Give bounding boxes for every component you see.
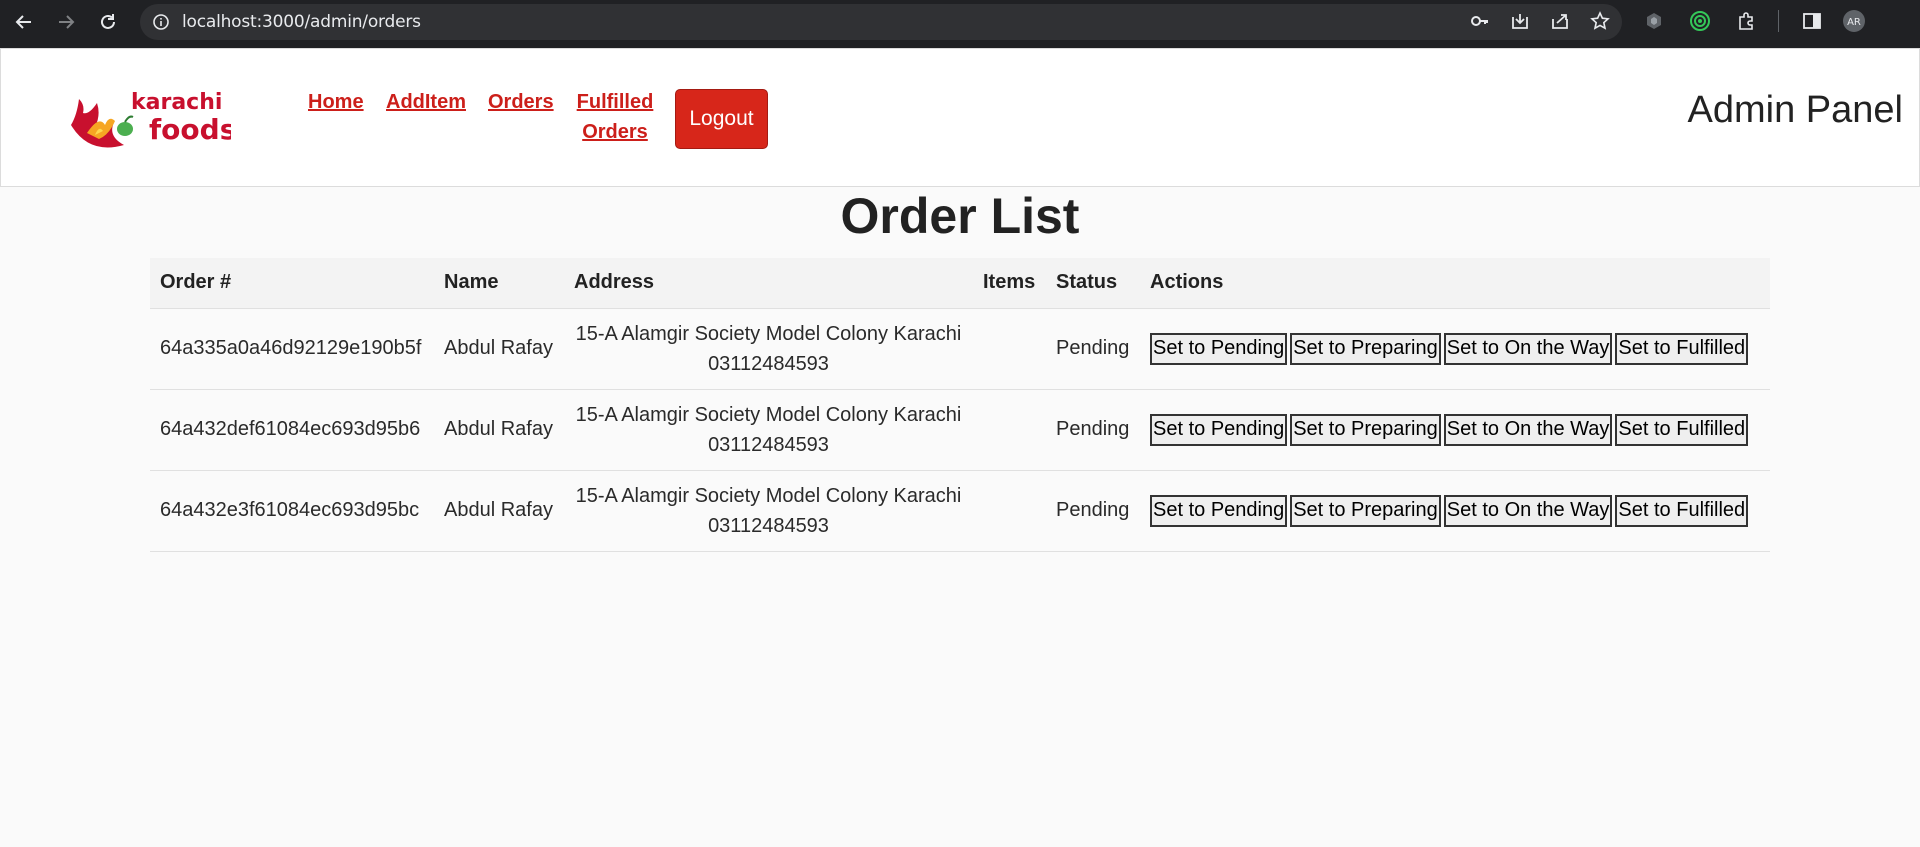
- nav-link-orders[interactable]: Orders: [488, 87, 554, 117]
- set-fulfilled-button[interactable]: Set to Fulfilled: [1615, 332, 1749, 365]
- karachi-foods-logo[interactable]: karachi foods: [69, 85, 236, 157]
- extension-circle-icon[interactable]: [1688, 9, 1712, 33]
- address-line: 15-A Alamgir Society Model Colony Karach…: [575, 484, 962, 507]
- set-on-the-way-button[interactable]: Set to On the Way: [1443, 494, 1613, 527]
- puzzle-icon[interactable]: [1734, 9, 1758, 33]
- set-fulfilled-button[interactable]: Set to Fulfilled: [1615, 413, 1749, 446]
- set-preparing-button[interactable]: Set to Preparing: [1290, 494, 1441, 527]
- reload-icon[interactable]: [94, 8, 122, 36]
- orders-table: Order # Name Address Items Status Action…: [150, 258, 1770, 552]
- browser-toolbar: localhost:3000/admin/orders AR: [0, 0, 1920, 48]
- phone-line: 03112484593: [708, 514, 829, 537]
- page-title: Order List: [840, 188, 1080, 244]
- set-on-the-way-button[interactable]: Set to On the Way: [1443, 413, 1613, 446]
- share-icon[interactable]: [1548, 9, 1572, 33]
- key-icon[interactable]: [1468, 9, 1492, 33]
- logo-text-bottom: foods: [149, 113, 231, 146]
- status-cell: Pending: [1046, 470, 1140, 552]
- customer-name-cell: Abdul Rafay: [434, 308, 564, 390]
- address-line: 15-A Alamgir Society Model Colony Karach…: [575, 403, 962, 426]
- column-header-items: Items: [973, 258, 1046, 309]
- table-row: 64a335a0a46d92129e190b5f Abdul Rafay 15-…: [150, 308, 1770, 390]
- admin-panel-title: Admin Panel: [1687, 89, 1903, 131]
- status-cell: Pending: [1046, 389, 1140, 471]
- set-preparing-button[interactable]: Set to Preparing: [1290, 413, 1441, 446]
- nav-link-additem[interactable]: AddItem: [386, 87, 466, 117]
- column-header-status: Status: [1046, 258, 1140, 309]
- set-pending-button[interactable]: Set to Pending: [1150, 413, 1288, 446]
- site-header: karachi foods Home AddItem Orders Fulfil…: [0, 48, 1920, 187]
- address-cell: 15-A Alamgir Society Model Colony Karach…: [564, 389, 973, 471]
- address-cell: 15-A Alamgir Society Model Colony Karach…: [564, 470, 973, 552]
- customer-name-cell: Abdul Rafay: [434, 389, 564, 471]
- address-cell: 15-A Alamgir Society Model Colony Karach…: [564, 308, 973, 390]
- table-row: 64a432def61084ec693d95b6 Abdul Rafay 15-…: [150, 389, 1770, 471]
- address-bar[interactable]: localhost:3000/admin/orders: [140, 4, 1622, 40]
- set-fulfilled-button[interactable]: Set to Fulfilled: [1615, 494, 1749, 527]
- nav-link-home[interactable]: Home: [308, 87, 364, 117]
- phone-line: 03112484593: [708, 352, 829, 375]
- side-panel-icon[interactable]: [1800, 9, 1824, 33]
- star-icon[interactable]: [1588, 9, 1612, 33]
- actions-cell: Set to Pending Set to Preparing Set to On …: [1140, 308, 1770, 390]
- order-id-cell: 64a335a0a46d92129e190b5f: [150, 308, 434, 390]
- column-header-address: Address: [564, 258, 973, 309]
- phone-line: 03112484593: [708, 433, 829, 456]
- profile-avatar-icon[interactable]: AR: [1842, 9, 1866, 33]
- column-header-order: Order #: [150, 258, 434, 309]
- back-arrow-icon[interactable]: [10, 8, 38, 36]
- column-header-actions: Actions: [1140, 258, 1770, 309]
- logo-text-top: karachi: [131, 90, 222, 115]
- set-pending-button[interactable]: Set to Pending: [1150, 332, 1288, 365]
- address-line: 15-A Alamgir Society Model Colony Karach…: [575, 322, 962, 345]
- actions-cell: Set to Pending Set to Preparing Set to On …: [1140, 389, 1770, 471]
- table-header-row: Order # Name Address Items Status Action…: [150, 258, 1770, 309]
- download-icon[interactable]: [1508, 9, 1532, 33]
- status-cell: Pending: [1046, 308, 1140, 390]
- items-cell: [973, 389, 1046, 471]
- column-header-name: Name: [434, 258, 564, 309]
- toolbar-separator: [1778, 10, 1779, 32]
- set-pending-button[interactable]: Set to Pending: [1150, 494, 1288, 527]
- info-icon[interactable]: [152, 13, 170, 31]
- set-on-the-way-button[interactable]: Set to On the Way: [1443, 332, 1613, 365]
- actions-cell: Set to Pending Set to Preparing Set to On …: [1140, 470, 1770, 552]
- nav-fulfilled-line1: Fulfilled: [576, 91, 654, 113]
- order-id-cell: 64a432e3f61084ec693d95bc: [150, 470, 434, 552]
- forward-arrow-icon[interactable]: [52, 8, 80, 36]
- order-id-cell: 64a432def61084ec693d95b6: [150, 389, 434, 471]
- svg-text:AR: AR: [1847, 17, 1861, 28]
- items-cell: [973, 470, 1046, 552]
- nav-fulfilled-line2: Orders: [582, 121, 648, 143]
- url-text: localhost:3000/admin/orders: [182, 12, 421, 32]
- extension-a-icon[interactable]: [1642, 9, 1666, 33]
- logout-button[interactable]: Logout: [675, 89, 768, 149]
- table-row: 64a432e3f61084ec693d95bc Abdul Rafay 15-…: [150, 470, 1770, 552]
- nav-link-fulfilled-orders[interactable]: Fulfilled Orders: [575, 87, 655, 147]
- items-cell: [973, 308, 1046, 390]
- customer-name-cell: Abdul Rafay: [434, 470, 564, 552]
- set-preparing-button[interactable]: Set to Preparing: [1290, 332, 1441, 365]
